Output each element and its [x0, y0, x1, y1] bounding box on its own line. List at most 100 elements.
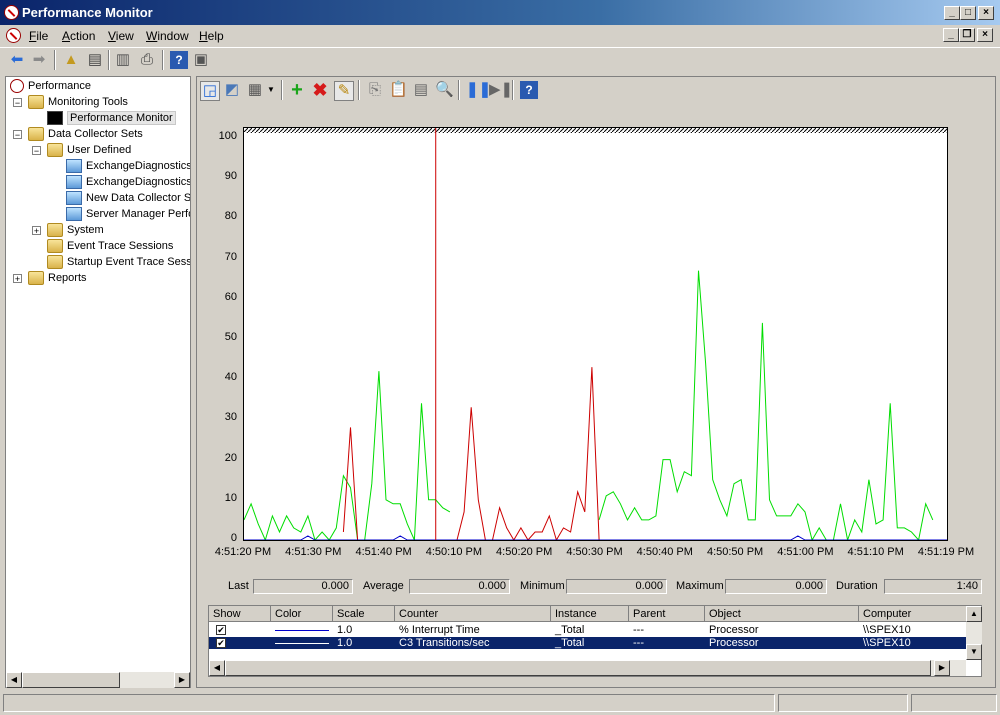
tree-item-system[interactable]: System — [47, 222, 104, 238]
copy-properties-icon[interactable]: ⎘ — [366, 81, 384, 99]
freeze-display-icon[interactable]: ❚❚ — [466, 81, 491, 99]
graph-type-dropdown-icon[interactable]: ▼ — [267, 85, 275, 94]
toolbar-separator — [162, 50, 164, 70]
instance-cell: _Total — [555, 624, 585, 636]
series-0-segment-0 — [244, 371, 451, 540]
view-current-activity-icon[interactable]: ◲ — [200, 81, 220, 101]
performance-monitor-icon — [4, 5, 19, 20]
menu-file[interactable]: File — [29, 29, 48, 43]
last-label: Last — [228, 580, 249, 592]
folder-icon — [28, 95, 44, 110]
column-header-object[interactable]: Object — [705, 606, 859, 622]
show-hide-console-tree-icon[interactable]: ▤ — [86, 51, 104, 69]
show-hide-action-pane-icon[interactable]: ▣ — [192, 51, 210, 69]
tree-item-new-data-collector-set[interactable]: New Data Collector Se — [66, 190, 190, 206]
y-tick-label: 10 — [224, 491, 237, 504]
child-restore-button[interactable]: ❐ — [959, 28, 975, 42]
scroll-right-button[interactable]: ▶ — [174, 672, 190, 688]
expand-data-collector-sets[interactable]: − — [13, 130, 22, 140]
table-vertical-scrollbar[interactable] — [966, 622, 982, 644]
show-checkbox[interactable]: ✔ — [216, 625, 226, 635]
y-tick-label: 80 — [224, 210, 237, 223]
line-graph[interactable] — [243, 127, 948, 541]
menu-view[interactable]: View — [108, 29, 134, 43]
child-close-button[interactable]: × — [977, 28, 993, 42]
tree-item-performance[interactable]: Performance — [10, 78, 91, 94]
highlight-icon[interactable]: ✎ — [334, 81, 354, 101]
y-tick-label: 100 — [218, 130, 237, 142]
show-checkbox[interactable]: ✔ — [216, 638, 226, 648]
x-tick-label: 4:50:10 PM — [425, 546, 483, 558]
close-button[interactable]: × — [978, 6, 994, 20]
maximum-value: 0.000 — [725, 579, 827, 594]
scroll-down-button[interactable]: ▼ — [966, 644, 982, 660]
duration-label: Duration — [836, 580, 878, 592]
column-header-counter[interactable]: Counter — [395, 606, 551, 622]
maximum-label: Maximum — [676, 580, 724, 592]
computer-cell: \\SPEX10 — [863, 637, 911, 649]
folder-icon — [47, 255, 63, 270]
y-tick-label: 50 — [224, 331, 237, 343]
toolbar-separator — [54, 50, 56, 70]
status-pane-main — [3, 694, 775, 712]
delete-counter-icon[interactable]: ✖ — [311, 81, 329, 99]
update-data-icon[interactable]: ▶❚ — [489, 81, 513, 99]
tree-item-performance-monitor[interactable]: Performance Monitor — [47, 110, 176, 126]
x-tick-label: 4:50:30 PM — [566, 546, 623, 558]
expand-user-defined[interactable]: − — [32, 146, 41, 156]
export-list-icon[interactable]: ▥ — [114, 51, 132, 69]
add-counter-icon[interactable]: + — [288, 80, 306, 100]
y-tick-label: 60 — [224, 290, 237, 303]
scroll-up-button[interactable]: ▲ — [966, 606, 982, 622]
tree-item-startup-event-trace[interactable]: Startup Event Trace Sess — [47, 254, 190, 270]
scroll-thumb[interactable] — [225, 660, 931, 676]
x-tick-label: 4:51:20 PM — [214, 546, 272, 558]
help-icon[interactable]: ? — [170, 51, 188, 69]
scroll-left-button[interactable]: ◀ — [209, 660, 225, 676]
column-header-color[interactable]: Color — [271, 606, 333, 622]
menu-help[interactable]: Help — [199, 29, 224, 43]
minimize-button[interactable]: _ — [944, 6, 960, 20]
maximize-button[interactable]: □ — [960, 6, 976, 20]
menu-window[interactable]: Window — [146, 29, 189, 43]
back-arrow-icon[interactable]: ⬅ — [8, 51, 26, 69]
paste-counter-list-icon[interactable]: 📋 — [389, 81, 408, 99]
system-menu-icon[interactable] — [6, 28, 21, 43]
forward-arrow-icon[interactable]: ➡ — [30, 51, 48, 69]
child-minimize-button[interactable]: _ — [943, 28, 959, 42]
tree-item-data-collector-sets[interactable]: Data Collector Sets — [28, 126, 143, 142]
color-swatch — [275, 630, 329, 631]
column-header-show[interactable]: Show — [209, 606, 271, 622]
up-folder-icon[interactable]: ▲ — [62, 51, 80, 69]
x-tick-label: 4:51:10 PM — [847, 546, 904, 558]
window-title: Performance Monitor — [22, 5, 153, 20]
column-header-computer[interactable]: Computer — [859, 606, 967, 622]
properties-icon[interactable]: ▤ — [412, 81, 430, 99]
zoom-icon[interactable]: 🔍 — [435, 81, 454, 99]
column-header-parent[interactable]: Parent — [629, 606, 705, 622]
last-value: 0.000 — [253, 579, 353, 594]
expand-reports[interactable]: + — [13, 274, 22, 284]
help-icon[interactable]: ? — [520, 81, 538, 99]
tree-item-reports[interactable]: Reports — [28, 270, 87, 286]
tree-item-user-defined[interactable]: User Defined — [47, 142, 131, 158]
scroll-left-button[interactable]: ◀ — [6, 672, 22, 688]
tree-item-exchange-diagnostics-2[interactable]: ExchangeDiagnosticsP — [66, 174, 190, 190]
column-header-scale[interactable]: Scale — [333, 606, 395, 622]
tree-item-server-manager[interactable]: Server Manager Perfo — [66, 206, 190, 222]
expand-system[interactable]: + — [32, 226, 41, 236]
menu-action[interactable]: Action — [62, 29, 95, 43]
folder-icon — [28, 127, 44, 142]
x-tick-label: 4:50:40 PM — [636, 546, 693, 558]
view-log-data-icon[interactable]: ◩ — [223, 81, 241, 99]
change-graph-type-icon[interactable]: ▦ — [246, 81, 264, 99]
print-icon[interactable]: ⎙ — [138, 51, 156, 69]
scroll-thumb[interactable] — [22, 672, 120, 688]
expand-monitoring-tools[interactable]: − — [13, 98, 22, 108]
tree-item-exchange-diagnostics-1[interactable]: ExchangeDiagnosticsD — [66, 158, 190, 174]
tree-item-monitoring-tools[interactable]: Monitoring Tools — [28, 94, 128, 110]
column-header-instance[interactable]: Instance — [551, 606, 629, 622]
scroll-right-button[interactable]: ▶ — [934, 660, 950, 676]
average-label: Average — [363, 580, 404, 592]
tree-item-event-trace-sessions[interactable]: Event Trace Sessions — [47, 238, 173, 254]
